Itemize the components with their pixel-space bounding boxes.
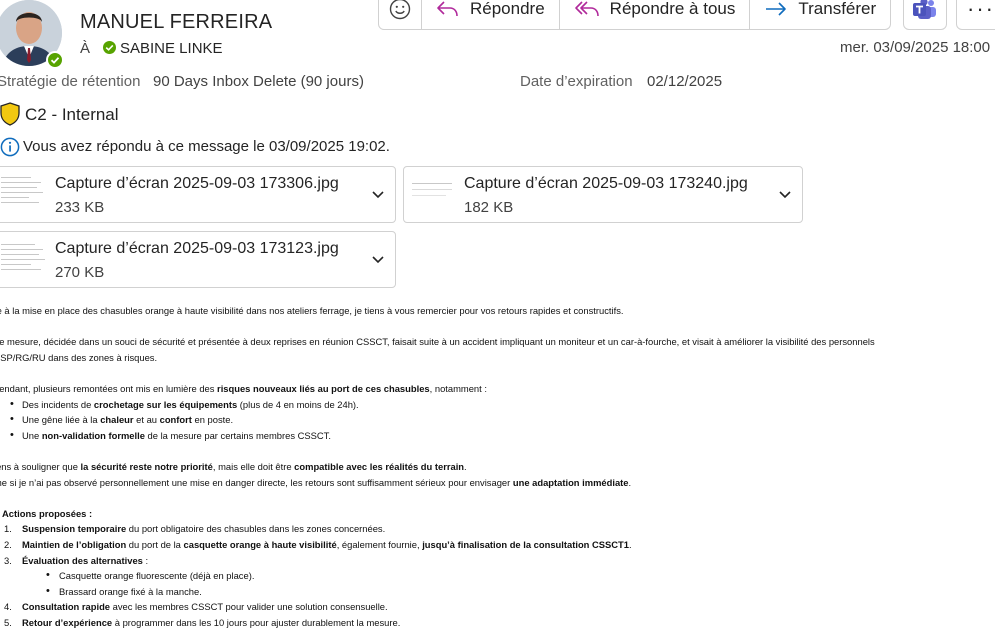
reply-button[interactable]: Répondre bbox=[421, 0, 560, 30]
risk-list: Des incidents de crochetage sur les équi… bbox=[0, 397, 995, 444]
sensitivity-label[interactable]: C2 - Internal bbox=[25, 105, 119, 125]
chevron-down-icon[interactable] bbox=[371, 187, 385, 201]
sent-date: mer. 03/09/2025 18:00 bbox=[840, 39, 991, 56]
expiry-label: Date d’expiration bbox=[520, 73, 633, 90]
attachment-size: 270 KB bbox=[55, 264, 105, 281]
list-item: 2. Maintien de l’obligation du port de la… bbox=[4, 538, 632, 550]
body-paragraph: PSP/RG/RU dans des zones à risques. bbox=[0, 351, 158, 363]
list-item: Une non-validation formelle de la mesure… bbox=[0, 428, 995, 444]
list-item: 4. Consultation rapide avec les membres C… bbox=[4, 601, 388, 613]
attachment-size: 182 KB bbox=[464, 199, 514, 216]
forward-arrow-icon bbox=[766, 2, 787, 16]
list-item: Une gêne liée à la chaleur et au confort… bbox=[0, 412, 995, 428]
more-actions-button[interactable]: ··· bbox=[956, 0, 995, 30]
attachment-thumbnail bbox=[0, 238, 45, 276]
chevron-down-icon[interactable] bbox=[371, 252, 385, 266]
replied-notice[interactable]: Vous avez répondu à ce message le 03/09/… bbox=[23, 138, 390, 155]
list-item: 5. Retour d’expérience à programmer dans … bbox=[4, 616, 401, 628]
smiley-icon bbox=[389, 0, 411, 20]
body-paragraph: tte mesure, décidée dans un souci de séc… bbox=[0, 336, 875, 348]
chevron-down-icon[interactable] bbox=[778, 187, 792, 201]
attachment-name: Capture d’écran 2025-09-03 173306.jpg bbox=[55, 175, 339, 192]
body-paragraph: pendant, plusieurs remontées ont mis en … bbox=[0, 382, 487, 394]
message-body: te à la mise en place des chasubles oran… bbox=[0, 303, 995, 630]
body-paragraph: te à la mise en place des chasubles oran… bbox=[0, 305, 624, 316]
list-item: 3. Évaluation des alternatives : bbox=[4, 554, 149, 566]
more-icon: ··· bbox=[967, 0, 995, 21]
reply-all-button[interactable]: Répondre à tous bbox=[558, 0, 751, 30]
attachment-card[interactable]: Capture d’écran 2025-09-03 173123.jpg 27… bbox=[0, 231, 396, 288]
shield-icon bbox=[0, 102, 20, 131]
expiry-value: 02/12/2025 bbox=[647, 73, 723, 90]
attachment-card[interactable]: Capture d’écran 2025-09-03 173306.jpg 23… bbox=[0, 166, 396, 223]
reply-icon bbox=[437, 1, 458, 17]
attachment-card[interactable]: Capture d’écran 2025-09-03 173240.jpg 18… bbox=[403, 166, 803, 223]
teams-share-button[interactable] bbox=[903, 0, 947, 30]
attachment-thumbnail bbox=[0, 173, 43, 211]
emoji-reaction-button[interactable] bbox=[378, 0, 422, 30]
actions-list: 1. Suspension temporaire du port obligato… bbox=[0, 521, 995, 630]
recipient-presence-icon bbox=[103, 41, 116, 54]
forward-label: Transférer bbox=[798, 0, 877, 18]
forward-button[interactable]: Transférer bbox=[749, 0, 892, 30]
sender-name[interactable]: MANUEL FERREIRA bbox=[80, 11, 272, 34]
list-item: Des incidents de crochetage sur les équi… bbox=[0, 397, 995, 413]
attachment-name: Capture d’écran 2025-09-03 173240.jpg bbox=[464, 175, 748, 192]
retention-label: Stratégie de rétention bbox=[0, 73, 141, 90]
body-paragraph: me si je n’ai pas observé personnellemen… bbox=[0, 476, 632, 488]
list-item: Casquette orange fluorescente (déjà en p… bbox=[0, 568, 995, 584]
reply-all-label: Répondre à tous bbox=[609, 0, 736, 18]
message-toolbar: Répondre Répondre à tous Transférer bbox=[378, 0, 892, 32]
info-icon bbox=[0, 137, 20, 162]
presence-available-icon bbox=[46, 51, 64, 69]
list-item: 1. Suspension temporaire du port obligato… bbox=[4, 523, 386, 535]
retention-value: 90 Days Inbox Delete (90 jours) bbox=[153, 73, 364, 90]
teams-icon bbox=[913, 0, 936, 19]
actions-title: Actions proposées : bbox=[2, 507, 93, 519]
reply-all-icon bbox=[574, 1, 599, 17]
reply-label: Répondre bbox=[470, 0, 545, 18]
body-paragraph: iens à souligner que la sécurité reste n… bbox=[0, 460, 467, 472]
to-label: À bbox=[80, 40, 91, 57]
attachment-name: Capture d’écran 2025-09-03 173123.jpg bbox=[55, 240, 339, 257]
attachment-size: 233 KB bbox=[55, 199, 105, 216]
list-item: Brassard orange fixé à la manche. bbox=[0, 584, 995, 600]
recipient-name[interactable]: SABINE LINKE bbox=[120, 40, 223, 57]
attachment-thumbnail bbox=[406, 173, 452, 211]
